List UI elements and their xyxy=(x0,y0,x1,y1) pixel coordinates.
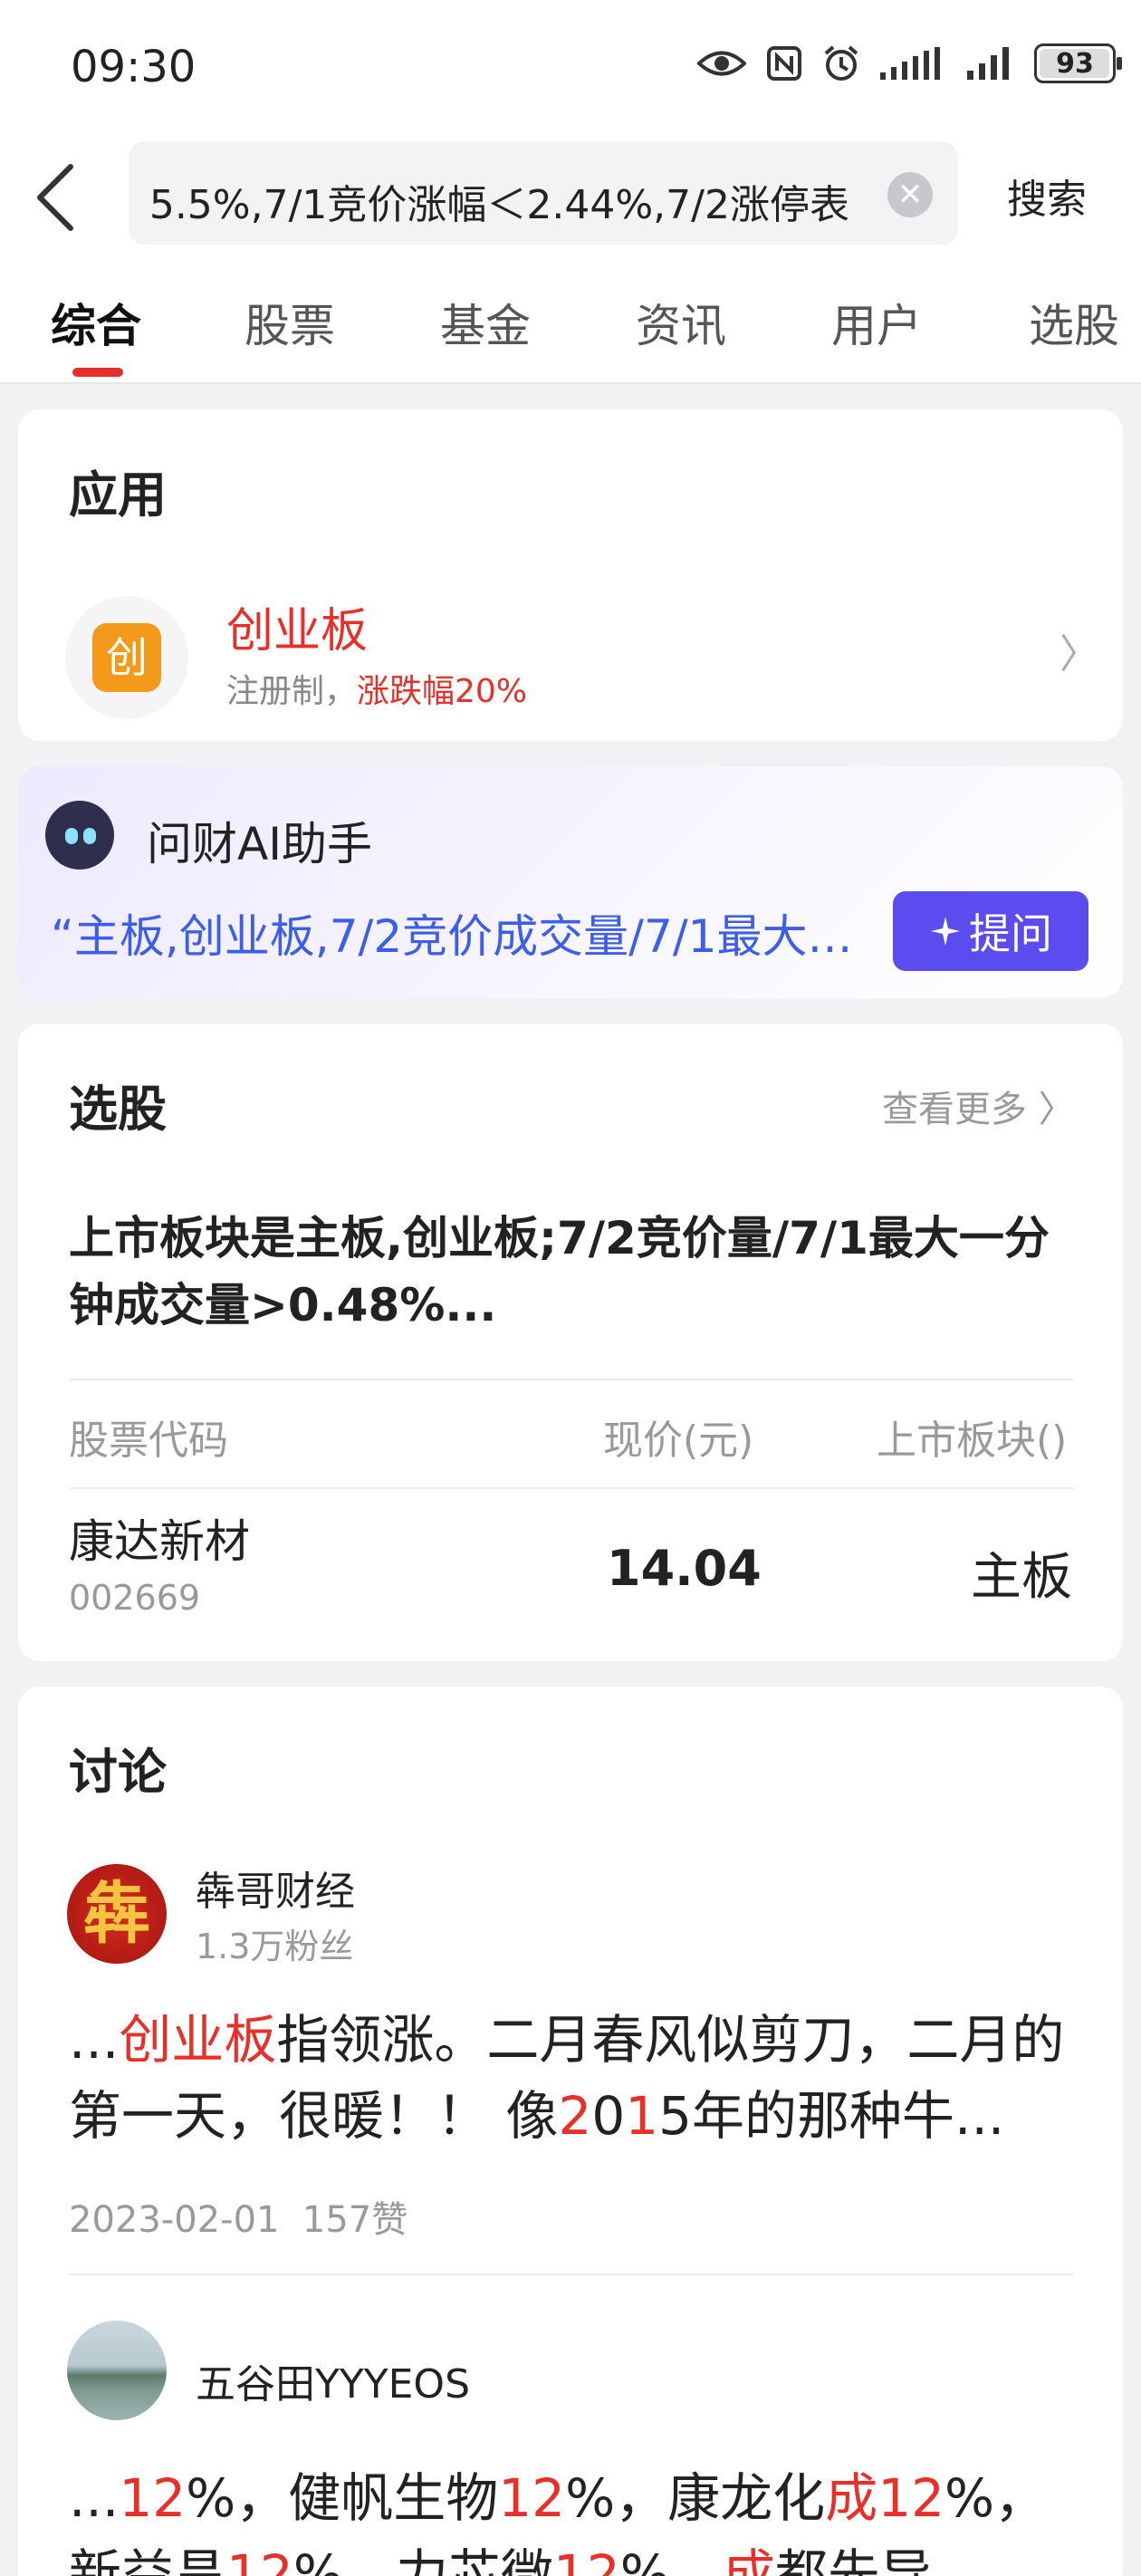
tab-news[interactable]: 资讯 xyxy=(636,290,726,355)
nfc-icon xyxy=(767,46,801,81)
col-header-code: 股票代码 xyxy=(69,1418,228,1464)
stock-code: 002669 xyxy=(69,1578,201,1618)
stock-board: 主板 xyxy=(971,1548,1072,1607)
post-text: %，康龙化 xyxy=(565,2467,826,2529)
view-more-link[interactable]: 查看更多 〉 xyxy=(882,1080,1075,1132)
post-username[interactable]: 五谷田YYYEOS xyxy=(196,2351,470,2409)
stock-price: 14.04 xyxy=(607,1540,762,1597)
status-time: 09:30 xyxy=(71,42,197,92)
discussion-card: 讨论 犇 犇哥财经 1.3万粉丝 ...创业板指领涨。二月春风似剪刀，二月的第一… xyxy=(18,1687,1123,2576)
tab-stocks[interactable]: 股票 xyxy=(244,290,335,355)
search-query: 5.5%,7/1竞价涨幅＜2.44%,7/2涨停表 xyxy=(149,182,849,228)
col-header-price[interactable]: 现价(元) xyxy=(603,1408,753,1466)
ai-title: 问财AI助手 xyxy=(147,818,372,870)
highlight-text: 创业板 xyxy=(119,2009,277,2071)
highlight-text: 12 xyxy=(552,2543,620,2576)
post-text: 5年的那种牛... xyxy=(658,2085,1005,2147)
divider xyxy=(69,1487,1074,1489)
tab-users[interactable]: 用户 xyxy=(831,290,922,355)
app-item-chinext[interactable]: 创 xyxy=(65,596,188,719)
status-bar: 09:30 93 xyxy=(0,0,1141,136)
post-fans: 1.3万粉丝 xyxy=(196,1927,354,1966)
chevron-right-icon[interactable]: 〉 xyxy=(1060,621,1099,679)
search-input[interactable]: 5.5%,7/1竞价涨幅＜2.44%,7/2涨停表 ✕ xyxy=(129,141,958,245)
alarm-icon xyxy=(824,45,858,81)
discussion-title: 讨论 xyxy=(69,1744,167,1801)
highlight-text: 成 xyxy=(722,2543,775,2576)
post-text: %，健帆生物 xyxy=(186,2467,499,2529)
divider xyxy=(69,2273,1074,2275)
close-circle-icon[interactable]: ✕ xyxy=(887,172,933,217)
post-meta: 2023-02-01 157赞 xyxy=(69,2199,408,2241)
avatar[interactable] xyxy=(67,2321,167,2420)
stock-pick-conditions[interactable]: 上市板块是主板,创业板;7/2竞价量/7/1最大一分钟成交量>0.48%... xyxy=(69,1205,1074,1339)
app-desc: 注册制，涨跌幅20% xyxy=(226,673,528,710)
highlight-text: 12 xyxy=(226,2543,293,2576)
stock-name[interactable]: 康达新材 xyxy=(69,1505,250,1571)
back-arrow-icon[interactable] xyxy=(27,161,91,234)
apps-card: 应用 创 创业板 注册制，涨跌幅20% 〉 xyxy=(18,409,1123,741)
stock-pick-card: 选股 查看更多 〉 上市板块是主板,创业板;7/2竞价量/7/1最大一分钟成交量… xyxy=(18,1024,1123,1661)
search-button[interactable]: 搜索 xyxy=(1007,167,1087,225)
ask-button[interactable]: 提问 xyxy=(893,891,1088,971)
sparkle-icon xyxy=(931,917,960,946)
highlight-text: 12 xyxy=(498,2467,566,2529)
post-content[interactable]: ...创业板指领涨。二月春风似剪刀，二月的第一天，很暖！！ 像2015年的那种牛… xyxy=(69,2002,1074,2154)
battery-level: 93 xyxy=(1056,47,1094,80)
post-text: ... xyxy=(69,2467,120,2529)
eye-icon xyxy=(697,51,746,76)
post-text: ... xyxy=(69,2009,120,2071)
tab-comprehensive[interactable]: 综合 xyxy=(51,290,141,355)
highlight-text: 1 xyxy=(625,2085,659,2147)
chinext-app-icon: 创 xyxy=(92,623,161,692)
post-text: %， xyxy=(619,2543,723,2576)
post-text: 0 xyxy=(591,2085,626,2147)
battery-icon: 93 xyxy=(1034,43,1122,83)
app-name[interactable]: 创业板 xyxy=(226,592,368,660)
avatar[interactable]: 犇 xyxy=(67,1864,167,1964)
stock-pick-title: 选股 xyxy=(69,1081,167,1138)
ai-suggested-question[interactable]: “主板,创业板,7/2竞价成交量/7/1最大一分钟成交量>0.48% xyxy=(51,900,866,966)
highlight-text: 成 xyxy=(825,2467,878,2529)
signal-2-icon xyxy=(967,47,1009,80)
search-bar: 5.5%,7/1竞价涨幅＜2.44%,7/2涨停表 ✕ 搜索 xyxy=(0,136,1141,254)
post-content[interactable]: ...12%，健帆生物12%，康龙化成12%，新益昌12%，力芯微12%，成都先… xyxy=(69,2460,1074,2576)
highlight-text: 2 xyxy=(558,2085,592,2147)
signal-icon xyxy=(880,47,940,80)
col-header-board[interactable]: 上市板块() xyxy=(877,1408,1067,1466)
tab-funds[interactable]: 基金 xyxy=(440,290,531,355)
post-text: 都先导 xyxy=(774,2543,933,2576)
robot-icon xyxy=(45,801,114,870)
divider xyxy=(69,1379,1074,1380)
category-tabs: 综合 股票 基金 资讯 用户 选股 xyxy=(0,254,1141,384)
highlight-text: 12 xyxy=(877,2467,945,2529)
post-text: %，力芯微 xyxy=(292,2543,553,2576)
highlight-text: 12 xyxy=(119,2467,187,2529)
apps-title: 应用 xyxy=(69,466,167,524)
status-icons: 93 xyxy=(697,43,1122,83)
ai-assistant-card: 问财AI助手 “主板,创业板,7/2竞价成交量/7/1最大一分钟成交量>0.48… xyxy=(18,766,1123,998)
active-tab-indicator xyxy=(72,368,123,377)
tab-stock-pick[interactable]: 选股 xyxy=(1029,290,1119,355)
post-username[interactable]: 犇哥财经 xyxy=(196,1859,355,1917)
chevron-right-icon: 〉 xyxy=(1038,1089,1075,1130)
